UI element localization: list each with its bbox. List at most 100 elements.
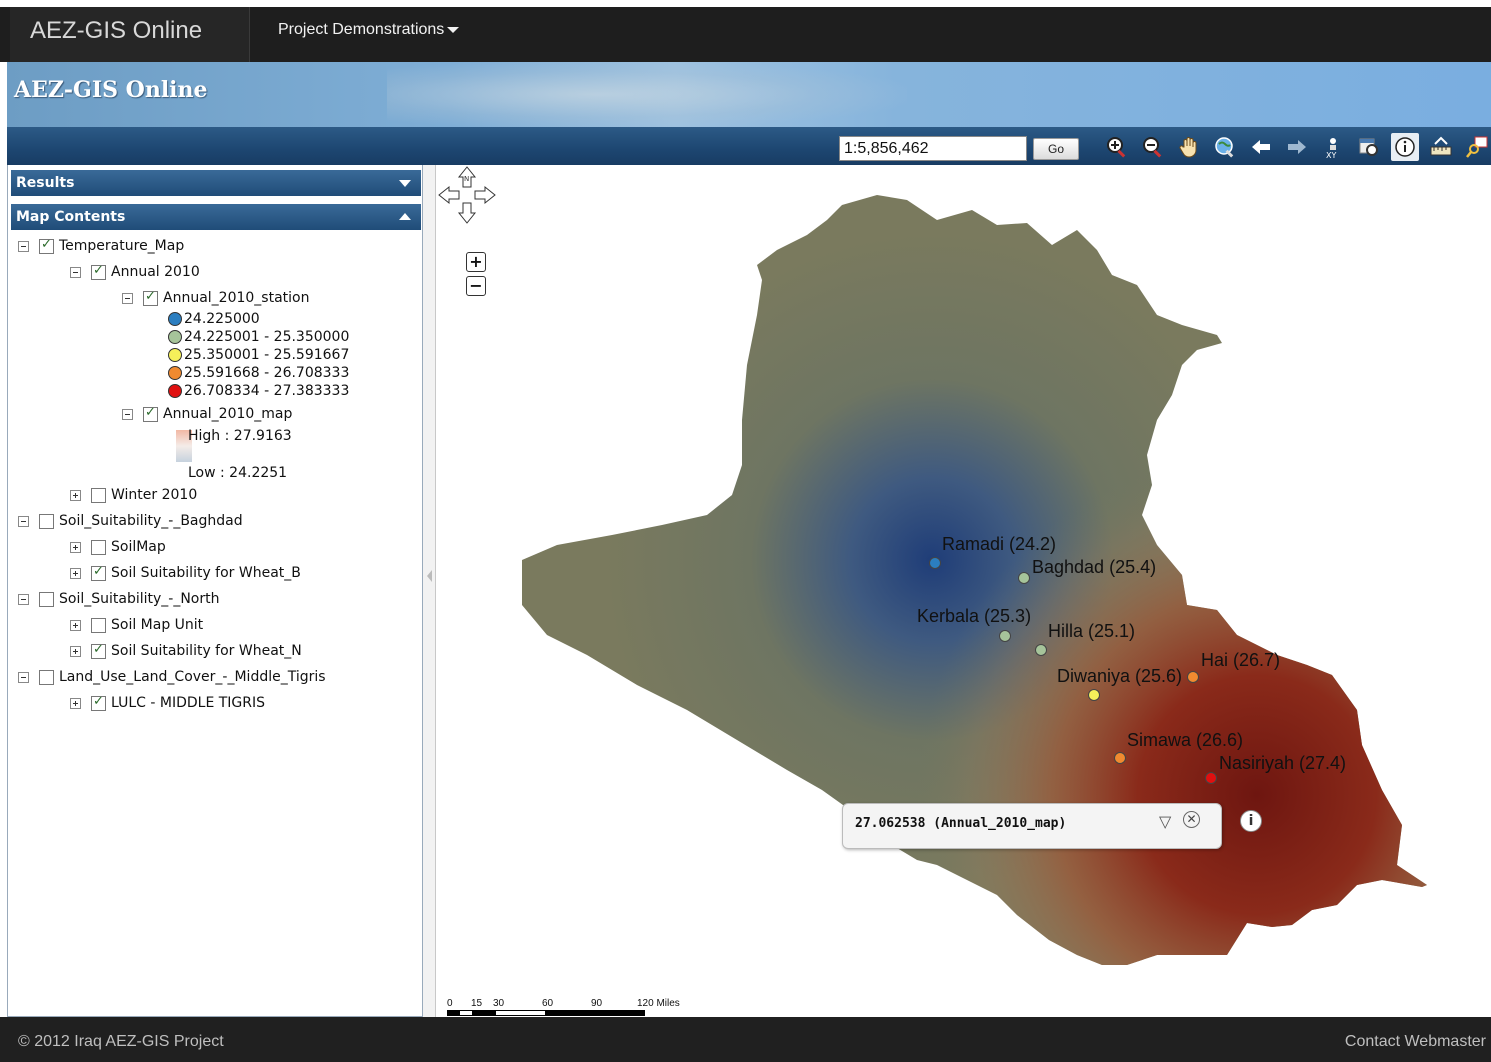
tree-row-lulc-middle-tigris: LULC - MIDDLE TIGRIS: [70, 693, 265, 713]
map-view[interactable]: Ramadi (24.2) Baghdad (25.4) Kerbala (25…: [437, 165, 1491, 1017]
layer-label: Soil Suitability for Wheat_N: [111, 643, 302, 659]
city-marker-ramadi[interactable]: [929, 557, 941, 569]
city-marker-kerbala[interactable]: [999, 630, 1011, 642]
tree-row-annual-station: Annual_2010_station: [122, 288, 309, 308]
layer-checkbox[interactable]: [91, 617, 106, 633]
collapse-icon[interactable]: [18, 240, 29, 252]
layer-label: Winter 2010: [111, 487, 198, 503]
city-label-kerbala: Kerbala (25.3): [917, 606, 1032, 626]
legend-item: 24.225000: [168, 310, 260, 328]
info-pin-icon[interactable]: i: [1240, 810, 1262, 832]
identify-info-icon[interactable]: [1391, 133, 1419, 161]
city-label-simawa: Simawa (26.6): [1127, 730, 1244, 750]
xy-coordinate-icon[interactable]: XY: [1319, 133, 1347, 161]
triangle-down-icon[interactable]: ▽: [1159, 812, 1171, 831]
layer-checkbox[interactable]: [143, 289, 158, 306]
zoom-out-icon[interactable]: [1139, 133, 1167, 161]
zoom-to-layer-icon[interactable]: [1355, 133, 1383, 161]
legend-item: 25.350001 - 25.591667: [168, 346, 349, 364]
expand-icon[interactable]: [70, 645, 81, 657]
map-toolbar: Go XY: [7, 127, 1491, 165]
layer-checkbox[interactable]: [91, 564, 106, 581]
tree-row-lulc: Land_Use_Land_Cover_-_Middle_Tigris: [18, 667, 326, 687]
collapse-icon[interactable]: [70, 266, 81, 278]
layer-label: SoilMap: [111, 539, 166, 555]
temperature-raster: [522, 195, 1427, 965]
expand-icon[interactable]: [70, 489, 81, 501]
svg-text:N: N: [464, 175, 469, 183]
city-marker-hai[interactable]: [1187, 671, 1199, 683]
next-extent-arrow-icon[interactable]: [1283, 133, 1311, 161]
city-label-hilla: Hilla (25.1): [1048, 621, 1136, 641]
expand-icon[interactable]: [70, 697, 81, 709]
banner-map-texture: [387, 62, 907, 127]
magnifier-icon[interactable]: [1463, 133, 1491, 161]
collapse-icon[interactable]: [18, 593, 29, 605]
layer-checkbox[interactable]: [39, 591, 54, 607]
city-label-hai: Hai (26.7): [1201, 650, 1281, 670]
layer-checkbox[interactable]: [91, 642, 106, 659]
layer-checkbox[interactable]: [39, 513, 54, 529]
city-label-nasiriyah: Nasiriyah (27.4): [1219, 753, 1347, 773]
layer-checkbox[interactable]: [91, 487, 106, 503]
collapse-icon[interactable]: [122, 408, 133, 420]
pan-south-arrow-icon: [457, 202, 477, 224]
legend-item: 26.708334 - 27.383333: [168, 382, 349, 400]
legend-label: 24.225000: [184, 311, 260, 327]
legend-low: Low : 24.2251: [188, 465, 288, 481]
map-contents-panel-header[interactable]: Map Contents: [11, 204, 421, 230]
expand-icon[interactable]: [70, 541, 81, 553]
layer-label: Annual 2010: [111, 264, 200, 280]
zoom-in-icon[interactable]: [1103, 133, 1131, 161]
pan-control[interactable]: N: [437, 165, 497, 225]
layer-checkbox[interactable]: [91, 539, 106, 555]
header-banner: AEZ-GIS Online: [7, 62, 1491, 127]
legend-item: 25.591668 - 26.708333: [168, 364, 349, 382]
brand-title[interactable]: AEZ-GIS Online: [10, 7, 250, 62]
tree-row-annual-2010: Annual 2010: [70, 262, 200, 282]
map-zoom-in-button[interactable]: +: [466, 252, 486, 272]
collapse-arrow-icon[interactable]: [427, 570, 432, 582]
scale-bar: 0 15 30 60 90 120 Miles: [447, 998, 707, 1016]
layer-checkbox[interactable]: [143, 405, 158, 422]
layer-checkbox[interactable]: [39, 669, 54, 685]
tree-row-soil-north: Soil_Suitability_-_North: [18, 589, 220, 609]
layer-checkbox[interactable]: [39, 237, 54, 254]
city-marker-baghdad[interactable]: [1018, 572, 1030, 584]
go-button[interactable]: Go: [1033, 138, 1079, 160]
tree-row-soil-baghdad: Soil_Suitability_-_Baghdad: [18, 511, 243, 531]
collapse-icon[interactable]: [122, 292, 133, 304]
top-navbar: AEZ-GIS Online Project Demonstrations: [0, 0, 1491, 62]
expand-icon[interactable]: [70, 567, 81, 579]
results-title: Results: [16, 175, 75, 191]
full-extent-globe-icon[interactable]: [1211, 133, 1239, 161]
previous-extent-arrow-icon[interactable]: [1247, 133, 1275, 161]
project-demonstrations-menu[interactable]: Project Demonstrations: [278, 21, 460, 39]
contact-webmaster-link[interactable]: Contact Webmaster: [1345, 1033, 1486, 1051]
city-marker-hilla[interactable]: [1035, 644, 1047, 656]
measure-ruler-icon[interactable]: [1427, 133, 1455, 161]
tree-row-winter-2010: Winter 2010: [70, 485, 197, 505]
footer: © 2012 Iraq AEZ-GIS Project Contact Webm…: [0, 1017, 1491, 1062]
collapse-icon[interactable]: [18, 671, 29, 683]
city-label-ramadi: Ramadi (24.2): [942, 534, 1057, 554]
pan-hand-icon[interactable]: [1175, 133, 1203, 161]
layer-checkbox[interactable]: [91, 263, 106, 280]
scale-bar-graphic: [447, 1010, 645, 1016]
city-marker-nasiriyah[interactable]: [1205, 772, 1217, 784]
city-marker-simawa[interactable]: [1114, 752, 1126, 764]
layer-label: Land_Use_Land_Cover_-_Middle_Tigris: [59, 669, 326, 685]
scale-label: 15: [471, 998, 483, 1009]
scale-input[interactable]: [839, 136, 1027, 161]
expand-icon[interactable]: [70, 619, 81, 631]
layer-label: LULC - MIDDLE TIGRIS: [111, 695, 266, 711]
city-marker-diwaniya[interactable]: [1088, 689, 1100, 701]
collapse-icon[interactable]: [18, 515, 29, 527]
results-panel-header[interactable]: Results: [11, 170, 421, 196]
map-zoom-out-button[interactable]: −: [466, 276, 486, 296]
tree-row-soil-wheat-b: Soil Suitability for Wheat_B: [70, 563, 301, 583]
scale-label: 120 Miles: [637, 998, 680, 1009]
layer-checkbox[interactable]: [91, 694, 106, 711]
close-icon[interactable]: ✕: [1183, 811, 1200, 828]
panel-splitter[interactable]: [423, 165, 436, 1017]
